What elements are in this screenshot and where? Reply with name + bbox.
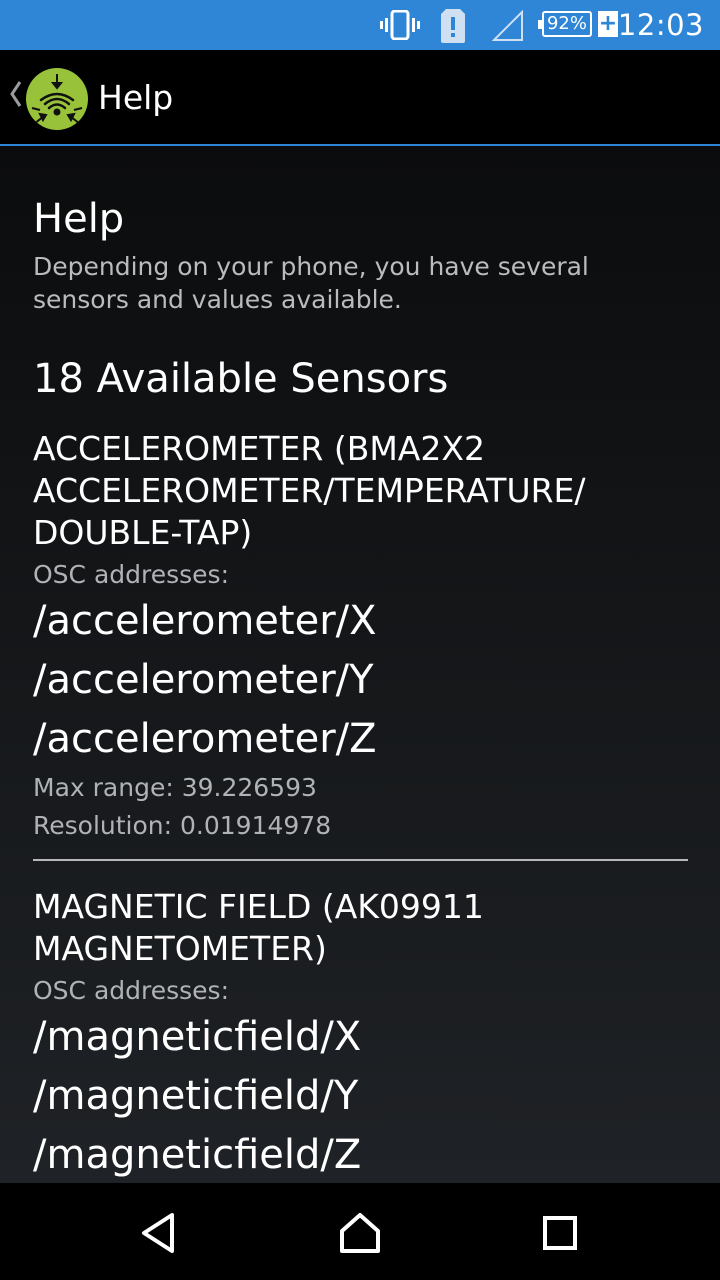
clock: 12:03 xyxy=(617,8,704,42)
osc-address: /accelerometer/Y xyxy=(33,657,374,703)
sensor-divider xyxy=(33,859,688,861)
sensor-max-range: Max range: 39.226593 xyxy=(33,773,317,802)
back-icon[interactable] xyxy=(136,1211,184,1255)
recent-apps-icon[interactable] xyxy=(536,1211,584,1255)
battery-icon: 92% xyxy=(538,11,592,37)
osc-addresses-label: OSC addresses: xyxy=(33,560,229,589)
status-bar: 92% + 12:03 xyxy=(0,0,720,50)
sensor-resolution: Resolution: 0.01914978 xyxy=(33,811,332,840)
osc-address: /magneticfield/Y xyxy=(33,1073,359,1119)
osc-address: /magneticfield/Z xyxy=(33,1132,362,1178)
sensor-name: MAGNETIC FIELD (AK09911 MAGNETOMETER) xyxy=(33,887,484,968)
vibrate-icon xyxy=(380,9,420,44)
sensors-count-heading: 18 Available Sensors xyxy=(33,356,449,402)
battery-percent: 92% xyxy=(546,13,587,34)
navigation-bar xyxy=(0,1183,720,1280)
sim-alert-icon xyxy=(440,8,466,48)
action-bar: Help xyxy=(0,50,720,146)
help-title: Help xyxy=(33,196,125,242)
osc-address: /accelerometer/Z xyxy=(33,716,377,762)
sensor-entry-magnetic-field: MAGNETIC FIELD (AK09911 MAGNETOMETER) OS… xyxy=(33,886,688,1183)
up-navigation-icon[interactable] xyxy=(8,80,24,112)
osc-addresses-label: OSC addresses: xyxy=(33,976,229,1005)
osc-address: /magneticfield/X xyxy=(33,1014,362,1060)
home-icon[interactable] xyxy=(336,1211,384,1255)
charging-plus-icon: + xyxy=(598,11,618,37)
help-content[interactable]: Help Depending on your phone, you have s… xyxy=(0,146,720,1183)
signal-icon xyxy=(491,9,524,46)
sensor-entry-accelerometer: ACCELEROMETER (BMA2X2 ACCELEROMETER/TEMP… xyxy=(33,428,688,883)
action-bar-title: Help xyxy=(98,78,174,117)
help-description: Depending on your phone, you have severa… xyxy=(33,252,589,314)
osc-address: /accelerometer/X xyxy=(33,598,377,644)
sensor-name: ACCELEROMETER (BMA2X2 ACCELEROMETER/TEMP… xyxy=(33,429,586,552)
wifi-sensor-app-icon[interactable] xyxy=(26,68,88,130)
